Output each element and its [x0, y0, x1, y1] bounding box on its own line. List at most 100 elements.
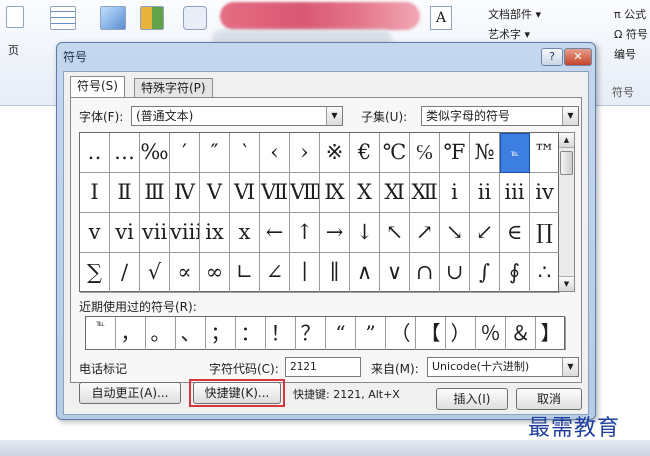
symbol-cell[interactable]: Ⅶ [260, 173, 290, 213]
symbol-cell[interactable]: Ⅲ [140, 173, 170, 213]
symbol-cell[interactable]: ∧ [350, 253, 380, 293]
symbol-cell[interactable]: Ⅵ [230, 173, 260, 213]
symbol-cell[interactable]: ′ [170, 133, 200, 173]
clipart-icon[interactable] [140, 6, 164, 30]
recent-symbol-cell[interactable]: ！ [266, 317, 296, 350]
number-button[interactable]: 编号 [614, 46, 636, 62]
scroll-down-icon[interactable]: ▼ [559, 276, 574, 291]
symbol-cell[interactable]: ∣ [290, 253, 320, 293]
symbol-cell[interactable]: ↗ [410, 213, 440, 253]
symbol-cell[interactable]: ∠ [260, 253, 290, 293]
tab-symbols[interactable]: 符号(S) [70, 76, 125, 98]
symbol-cell[interactable]: € [350, 133, 380, 173]
symbol-cell[interactable]: Ⅰ [80, 173, 110, 213]
symbol-cell[interactable]: ∕ [110, 253, 140, 293]
symbol-cell[interactable]: ‵ [230, 133, 260, 173]
chevron-down-icon[interactable]: ▼ [562, 107, 578, 125]
symbol-cell[interactable]: ↙ [470, 213, 500, 253]
symbol-cell[interactable]: ∫ [470, 253, 500, 293]
doc-parts-button[interactable]: 文档部件 ▾ [488, 6, 541, 22]
symbol-cell[interactable]: ↓ [350, 213, 380, 253]
symbol-cell[interactable]: ↘ [440, 213, 470, 253]
textbox-icon[interactable]: A [430, 6, 452, 30]
character-code-input[interactable]: 2121 [285, 357, 361, 377]
symbol-cell[interactable]: ™ [530, 133, 560, 173]
symbol-cell[interactable]: ″ [200, 133, 230, 173]
symbol-cell[interactable]: ∏ [530, 213, 560, 253]
autocorrect-button[interactable]: 自动更正(A)... [79, 382, 181, 404]
cancel-button[interactable]: 取消 [516, 388, 582, 410]
symbol-cell[interactable]: Ⅸ [320, 173, 350, 213]
symbol-cell[interactable]: ∪ [440, 253, 470, 293]
symbol-cell[interactable]: ∝ [170, 253, 200, 293]
symbol-cell[interactable]: ∩ [410, 253, 440, 293]
symbol-cell[interactable]: Ⅹ [350, 173, 380, 213]
symbol-cell[interactable]: … [110, 133, 140, 173]
recent-symbol-cell[interactable]: 】 [536, 317, 566, 350]
symbol-cell[interactable]: √ [140, 253, 170, 293]
symbol-cell[interactable]: ⅴ [80, 213, 110, 253]
recent-symbol-cell[interactable]: ； [206, 317, 236, 350]
recent-symbol-cell[interactable]: （ [386, 317, 416, 350]
recent-symbol-cell[interactable]: ℡ [86, 317, 116, 350]
symbol-button[interactable]: Ω 符号 [614, 26, 648, 42]
font-select[interactable]: (普通文本) ▼ [131, 106, 343, 126]
symbol-cell[interactable]: ‥ [80, 133, 110, 173]
recent-symbol-cell[interactable]: 【 [416, 317, 446, 350]
symbol-cell[interactable]: ∟ [230, 253, 260, 293]
symbol-cell[interactable]: ⅶ [140, 213, 170, 253]
recent-symbol-cell[interactable]: 。 [146, 317, 176, 350]
recent-symbol-cell[interactable]: ， [116, 317, 146, 350]
recent-symbol-cell[interactable]: “ [326, 317, 356, 350]
wordart-button[interactable]: 艺术字 ▾ [488, 26, 530, 42]
recent-symbol-cell[interactable]: 、 [176, 317, 206, 350]
symbol-cell[interactable]: Ⅱ [110, 173, 140, 213]
scroll-up-icon[interactable]: ▲ [559, 133, 574, 148]
symbol-cell[interactable]: ℡ [500, 133, 530, 173]
recent-symbol-cell[interactable]: ： [236, 317, 266, 350]
symbol-cell[interactable]: ⅰ [440, 173, 470, 213]
symbol-cell[interactable]: › [290, 133, 320, 173]
symbol-cell[interactable]: ⅱ [470, 173, 500, 213]
tab-special-characters[interactable]: 特殊字符(P) [134, 78, 213, 98]
symbol-cell[interactable]: ∑ [80, 253, 110, 293]
symbol-cell[interactable]: ⅳ [530, 173, 560, 213]
symbol-cell[interactable]: ∮ [500, 253, 530, 293]
formula-button[interactable]: π 公式 [614, 6, 646, 22]
symbol-cell[interactable]: Ⅺ [380, 173, 410, 213]
page-icon[interactable] [6, 6, 24, 28]
symbol-cell[interactable]: ↖ [380, 213, 410, 253]
symbol-cell[interactable]: ※ [320, 133, 350, 173]
symbol-cell[interactable]: Ⅴ [200, 173, 230, 213]
symbol-cell[interactable]: ℅ [410, 133, 440, 173]
recent-symbol-cell[interactable]: ） [446, 317, 476, 350]
symbol-cell[interactable]: ⅲ [500, 173, 530, 213]
symbol-cell[interactable]: ℉ [440, 133, 470, 173]
symbol-cell[interactable]: ‰ [140, 133, 170, 173]
shortcut-key-button[interactable]: 快捷键(K)... [193, 382, 281, 404]
symbol-grid-scrollbar[interactable]: ▲ ▼ [559, 132, 575, 292]
recent-symbol-cell[interactable]: ？ [296, 317, 326, 350]
subset-select[interactable]: 类似字母的符号 ▼ [421, 106, 579, 126]
symbol-cell[interactable]: ⅷ [170, 213, 200, 253]
chevron-down-icon[interactable]: ▼ [562, 358, 578, 376]
symbol-grid[interactable]: ‥… ‰ ′ ″ ‵ ‹ › ※ € ℃ ℅ ℉ № ℡ ™ Ⅰ Ⅱ Ⅲ Ⅳ Ⅴ Ⅵ Ⅶ Ⅷ Ⅸ Ⅹ Ⅺ Ⅻⅰ ⅱ ⅲ ⅳ ⅴ ⅵ ⅶ ⅷ ⅸ ⅹ ← ↑… [79, 132, 560, 293]
recent-symbols-row[interactable]: ℡，。、；：！？ “” （【）％＆】 [85, 316, 566, 350]
insert-button[interactable]: 插入(I) [436, 388, 508, 410]
symbol-cell[interactable]: ∈ [500, 213, 530, 253]
table-icon[interactable] [50, 6, 76, 30]
symbol-cell[interactable]: Ⅷ [290, 173, 320, 213]
symbol-cell[interactable]: ∥ [320, 253, 350, 293]
symbol-cell[interactable]: ← [260, 213, 290, 253]
from-select[interactable]: Unicode(十六进制) ▼ [427, 357, 579, 377]
symbol-cell[interactable]: Ⅻ [410, 173, 440, 213]
symbol-cell[interactable]: ‹ [260, 133, 290, 173]
shapes-icon[interactable] [183, 6, 207, 30]
symbol-cell[interactable]: → [320, 213, 350, 253]
symbol-cell[interactable]: Ⅳ [170, 173, 200, 213]
symbol-cell[interactable]: ∴ [530, 253, 560, 293]
symbol-cell[interactable]: ∨ [380, 253, 410, 293]
picture-icon[interactable] [100, 6, 126, 30]
chevron-down-icon[interactable]: ▼ [326, 107, 342, 125]
symbol-cell[interactable]: ⅸ [200, 213, 230, 253]
